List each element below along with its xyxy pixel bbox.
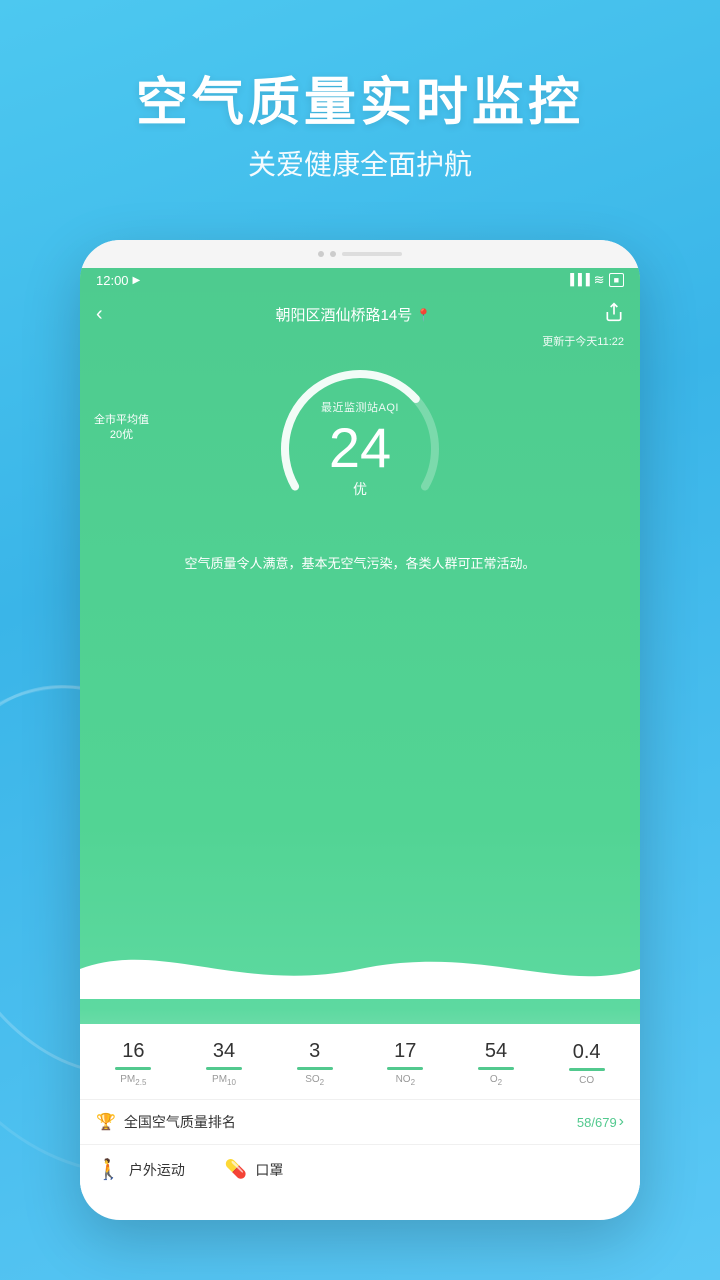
pollution-pm25: 16 PM2.5 <box>115 1040 151 1087</box>
no2-value: 17 <box>387 1040 423 1063</box>
location-text: 朝阳区酒仙桥路14号 <box>276 304 413 325</box>
no2-label: NO2 <box>387 1074 423 1087</box>
phone-notch <box>80 240 640 268</box>
time-text: 12:00 <box>96 273 129 288</box>
pm10-label: PM10 <box>206 1074 242 1087</box>
share-button[interactable] <box>604 302 624 327</box>
nav-title: 朝阳区酒仙桥路14号 📍 <box>276 304 432 325</box>
pm25-bar <box>115 1067 151 1070</box>
co-label: CO <box>569 1075 605 1086</box>
phone-mockup: 12:00 ▶ ▐▐▐ ≋ ■ ‹ 朝阳区酒仙桥路14号 📍 <box>80 240 640 1220</box>
aqi-container: 最近监测站AQI 24 优 <box>80 359 640 539</box>
ranking-row[interactable]: 🏆 全国空气质量排名 58/679 › <box>80 1100 640 1145</box>
aqi-circle: 最近监测站AQI 24 优 <box>270 359 450 539</box>
runner-icon: 🚶 <box>96 1157 121 1182</box>
aqi-quality-label: 优 <box>321 479 399 499</box>
status-icons: ▐▐▐ ≋ ■ <box>566 272 624 288</box>
no2-bar <box>387 1067 423 1070</box>
pm25-label: PM2.5 <box>115 1074 151 1087</box>
status-time: 12:00 ▶ <box>96 273 140 288</box>
ranking-left: 🏆 全国空气质量排名 <box>96 1112 236 1132</box>
so2-label: SO2 <box>297 1074 333 1087</box>
app-content: 12:00 ▶ ▐▐▐ ≋ ■ ‹ 朝阳区酒仙桥路14号 📍 <box>80 268 640 1194</box>
back-button[interactable]: ‹ <box>96 303 103 326</box>
wifi-icon: ≋ <box>594 272 605 288</box>
co-value: 0.4 <box>569 1041 605 1064</box>
bottom-row: 🚶 户外运动 💊 口罩 <box>80 1145 640 1194</box>
notch-line <box>342 252 402 256</box>
page-title: 空气质量实时监控 <box>0 60 720 135</box>
aqi-inner: 最近监测站AQI 24 优 <box>321 399 399 499</box>
mask-label: 口罩 <box>255 1160 283 1180</box>
pollution-o2: 54 O2 <box>478 1040 514 1087</box>
wave-decoration <box>80 939 640 999</box>
nav-bar: ‹ 朝阳区酒仙桥路14号 📍 <box>80 292 640 337</box>
notch-dot-2 <box>330 251 336 257</box>
pm10-value: 34 <box>206 1040 242 1063</box>
pollution-so2: 3 SO2 <box>297 1040 333 1087</box>
location-arrow-icon: ▶ <box>133 275 141 286</box>
pollution-data-row: 16 PM2.5 34 PM10 3 SO2 17 NO2 <box>80 1024 640 1100</box>
ranking-arrow: › <box>619 1113 624 1131</box>
status-bar: 12:00 ▶ ▐▐▐ ≋ ■ <box>80 268 640 292</box>
co-bar <box>569 1068 605 1071</box>
battery-icon: ■ <box>609 273 624 287</box>
o2-bar <box>478 1067 514 1070</box>
so2-bar <box>297 1067 333 1070</box>
signal-icon: ▐▐▐ <box>566 274 589 286</box>
trophy-icon: 🏆 <box>96 1112 116 1132</box>
so2-value: 3 <box>297 1040 333 1063</box>
ranking-value: 58/679 <box>577 1115 617 1130</box>
pm25-value: 16 <box>115 1040 151 1063</box>
page-subtitle: 关爱健康全面护航 <box>0 143 720 183</box>
mask-icon: 💊 <box>225 1159 247 1180</box>
mask-item[interactable]: 💊 口罩 <box>225 1159 283 1180</box>
pollution-no2: 17 NO2 <box>387 1040 423 1087</box>
o2-label: O2 <box>478 1074 514 1087</box>
pollution-co: 0.4 CO <box>569 1041 605 1086</box>
aqi-value: 24 <box>321 417 399 479</box>
header-section: 空气质量实时监控 关爱健康全面护航 <box>0 0 720 183</box>
ranking-right: 58/679 › <box>577 1113 624 1131</box>
ranking-label: 全国空气质量排名 <box>124 1112 236 1132</box>
o2-value: 54 <box>478 1040 514 1063</box>
aqi-station-label: 最近监测站AQI <box>321 399 399 415</box>
pollution-pm10: 34 PM10 <box>206 1040 242 1087</box>
pm10-bar <box>206 1067 242 1070</box>
white-card: 16 PM2.5 34 PM10 3 SO2 17 NO2 <box>80 1024 640 1194</box>
location-icon: 📍 <box>416 308 431 322</box>
notch-dot-1 <box>318 251 324 257</box>
outdoor-exercise-item[interactable]: 🚶 户外运动 <box>96 1157 185 1182</box>
outdoor-label: 户外运动 <box>129 1160 185 1180</box>
